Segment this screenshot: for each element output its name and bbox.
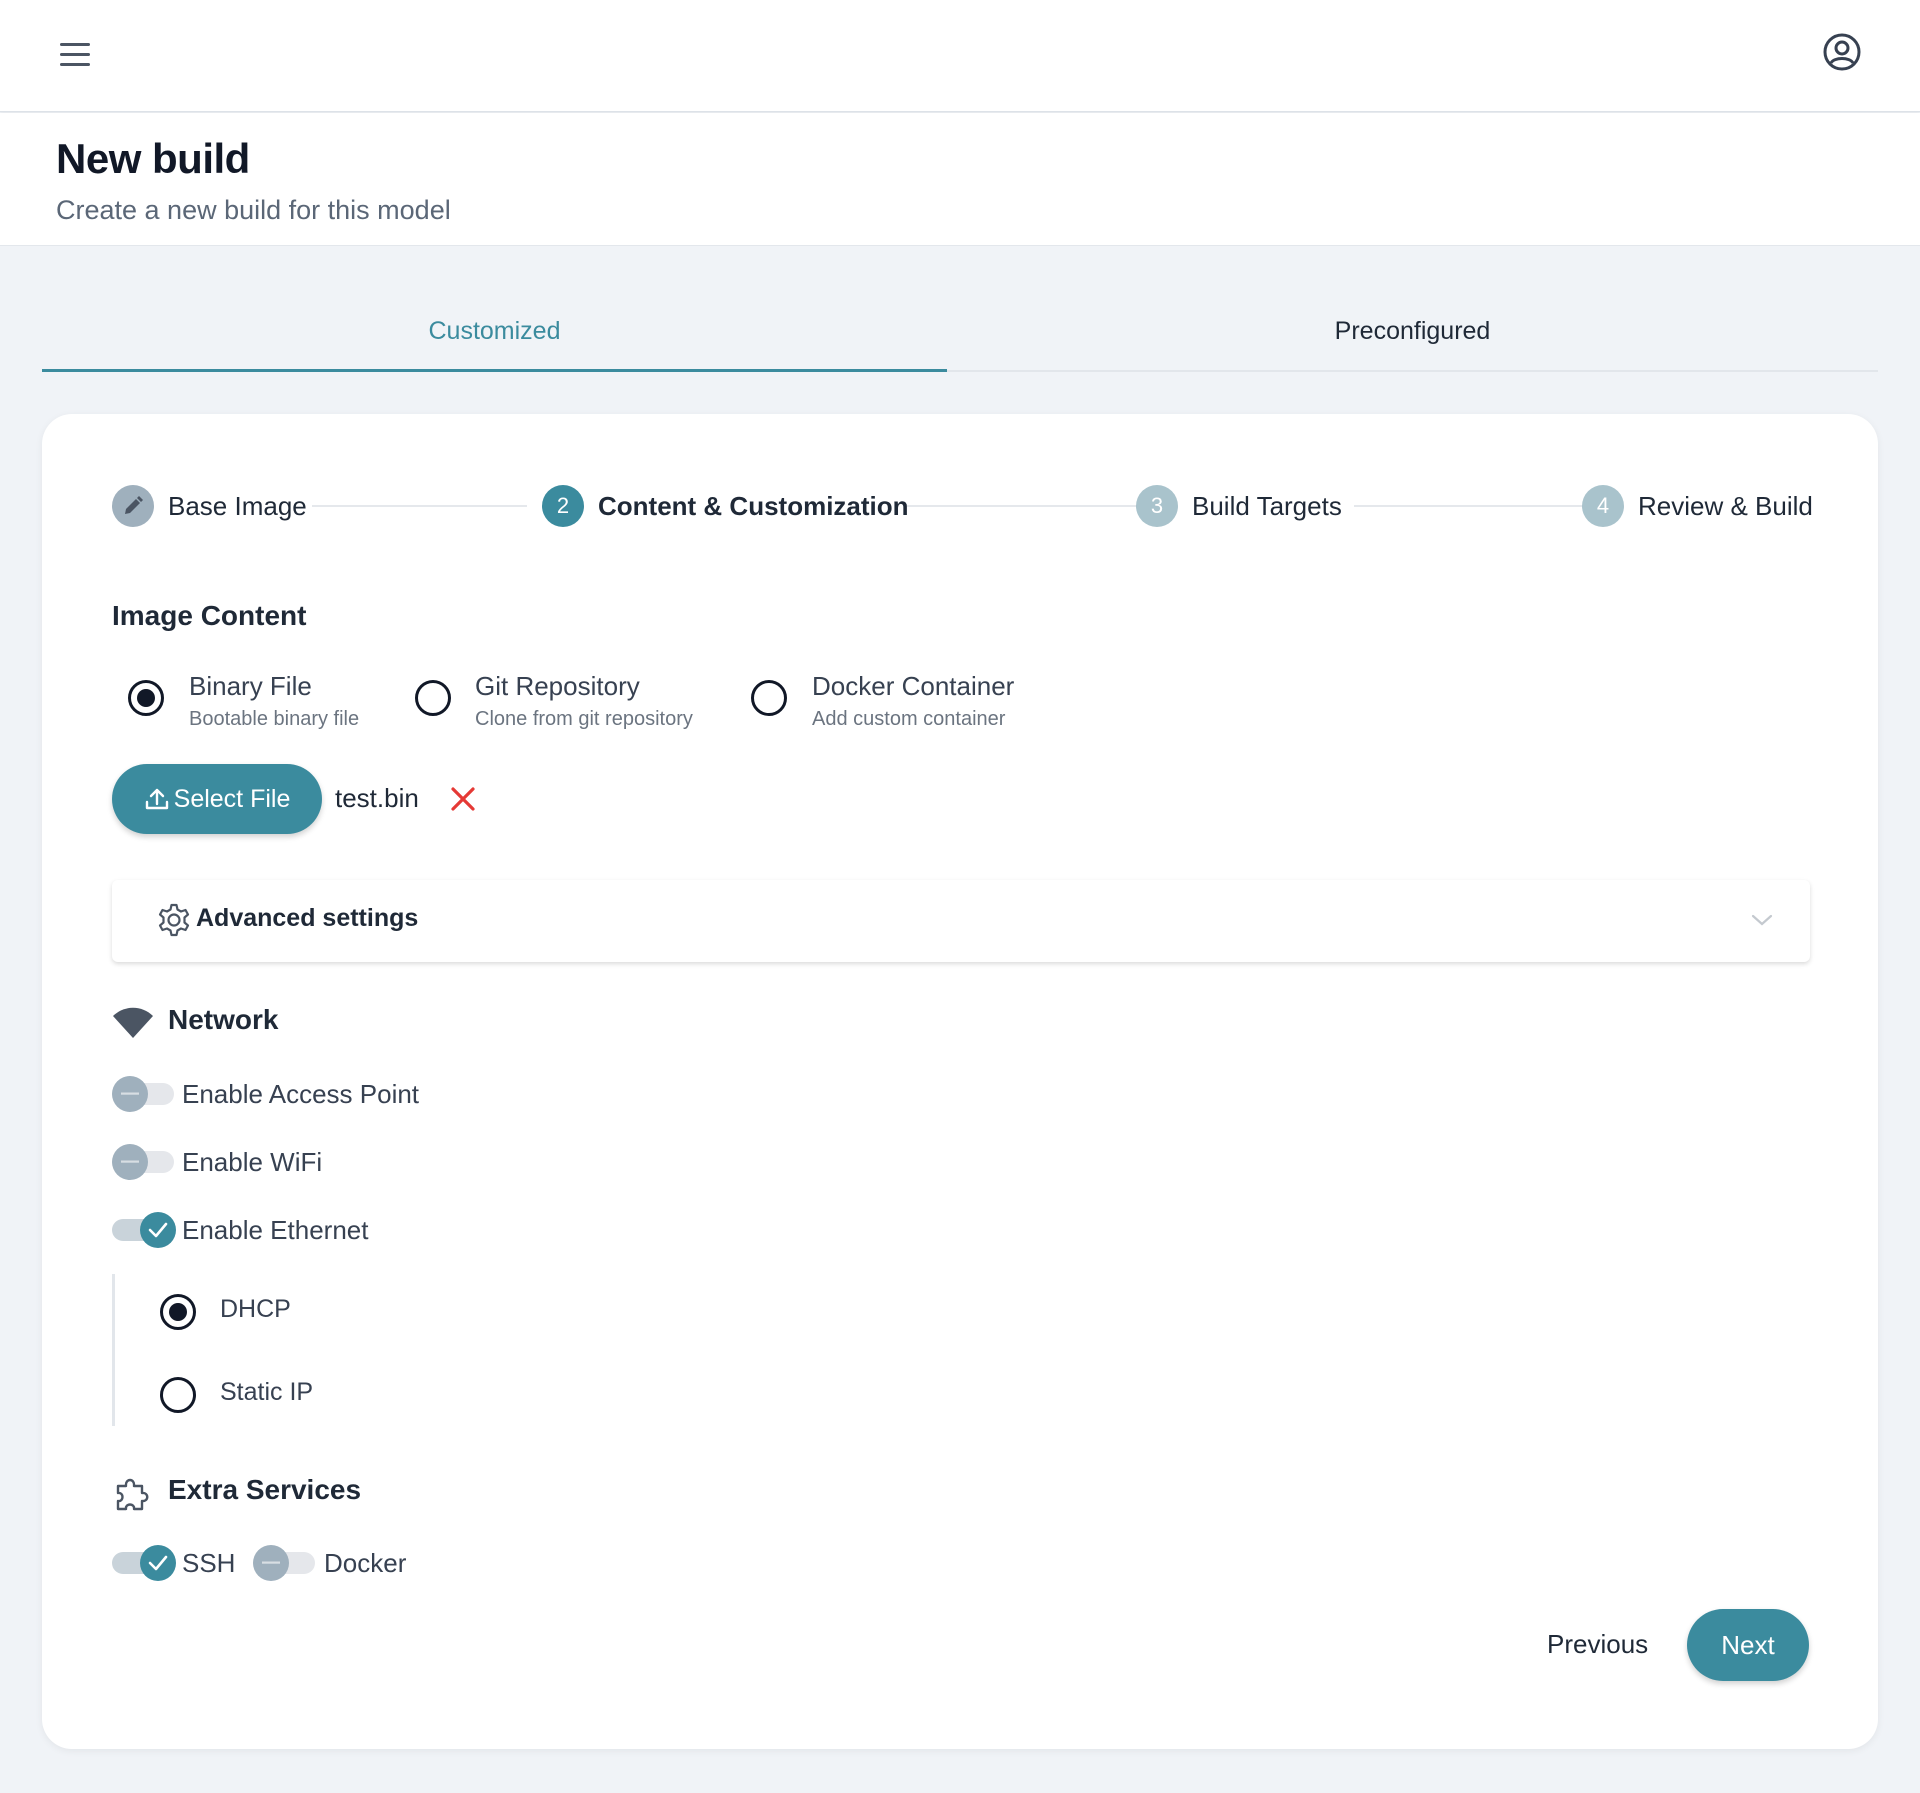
ethernet-options-divider	[112, 1274, 115, 1426]
step-label: Review & Build	[1638, 490, 1813, 521]
extra-services-title: Extra Services	[168, 1474, 362, 1505]
toggle-label: Enable WiFi	[182, 1147, 323, 1177]
selected-file-name: test.bin	[335, 783, 419, 813]
toggle-label: Enable Ethernet	[182, 1215, 369, 1245]
wifi-icon	[112, 1006, 154, 1045]
upload-icon	[144, 786, 170, 812]
radio-description: Add custom container	[812, 708, 1006, 730]
step-build-targets[interactable]: 3 Build Targets	[1136, 484, 1342, 528]
next-button[interactable]: Next	[1687, 1609, 1809, 1681]
step-review-build[interactable]: 4 Review & Build	[1582, 484, 1813, 528]
toggle-ssh[interactable]	[112, 1545, 176, 1581]
build-wizard-card: Base Image 2 Content & Customization 3 B…	[42, 414, 1878, 1749]
radio-label: Docker Container	[812, 671, 1015, 701]
step-number: 3	[1136, 485, 1178, 527]
toggle-enable-ethernet[interactable]	[112, 1212, 176, 1248]
step-base-image[interactable]: Base Image	[112, 484, 307, 528]
radio-docker-container[interactable]	[751, 680, 787, 716]
image-content-title: Image Content	[112, 600, 307, 631]
chevron-down-icon	[1750, 910, 1774, 935]
pencil-icon	[112, 485, 154, 527]
radio-label: Binary File	[189, 671, 312, 701]
page-subtitle: Create a new build for this model	[56, 195, 451, 225]
previous-button[interactable]: Previous	[1547, 1629, 1648, 1660]
step-label: Build Targets	[1192, 490, 1342, 521]
close-icon[interactable]	[448, 784, 478, 814]
step-content-customization[interactable]: 2 Content & Customization	[542, 484, 909, 528]
user-circle-icon[interactable]	[1822, 32, 1862, 72]
radio-label: Static IP	[220, 1378, 314, 1406]
radio-binary-file[interactable]	[128, 680, 164, 716]
toggle-label: Enable Access Point	[182, 1079, 420, 1109]
radio-git-repository[interactable]	[415, 680, 451, 716]
step-connector	[907, 505, 1162, 507]
toggle-docker[interactable]	[253, 1545, 317, 1581]
toggle-enable-access-point[interactable]	[112, 1076, 176, 1112]
network-title: Network	[168, 1004, 279, 1035]
toggle-label: Docker	[324, 1548, 407, 1578]
step-number: 2	[542, 485, 584, 527]
select-file-label: Select File	[173, 784, 291, 813]
radio-description: Bootable binary file	[189, 708, 360, 730]
menu-icon[interactable]	[58, 40, 94, 70]
advanced-settings-panel[interactable]: Advanced settings	[112, 880, 1810, 962]
radio-description: Clone from git repository	[475, 708, 693, 730]
radio-dhcp[interactable]	[160, 1294, 196, 1330]
advanced-settings-label: Advanced settings	[196, 904, 419, 932]
toggle-label: SSH	[182, 1548, 236, 1578]
step-label: Content & Customization	[598, 490, 909, 521]
toggle-enable-wifi[interactable]	[112, 1144, 176, 1180]
step-number: 4	[1582, 485, 1624, 527]
tab-customized[interactable]: Customized	[42, 290, 947, 372]
select-file-button[interactable]: Select File	[112, 764, 322, 834]
radio-label: DHCP	[220, 1295, 291, 1323]
page-header: New build Create a new build for this mo…	[0, 113, 1920, 246]
tab-preconfigured[interactable]: Preconfigured	[947, 290, 1878, 372]
puzzle-icon	[112, 1474, 152, 1519]
step-connector	[312, 505, 527, 507]
build-type-tabs: Customized Preconfigured	[42, 290, 1878, 372]
top-app-bar	[0, 0, 1920, 112]
step-connector	[1354, 505, 1609, 507]
step-label: Base Image	[168, 490, 307, 521]
radio-label: Git Repository	[475, 671, 640, 701]
radio-static-ip[interactable]	[160, 1377, 196, 1413]
gear-icon	[156, 902, 192, 943]
page-title: New build	[56, 135, 250, 182]
